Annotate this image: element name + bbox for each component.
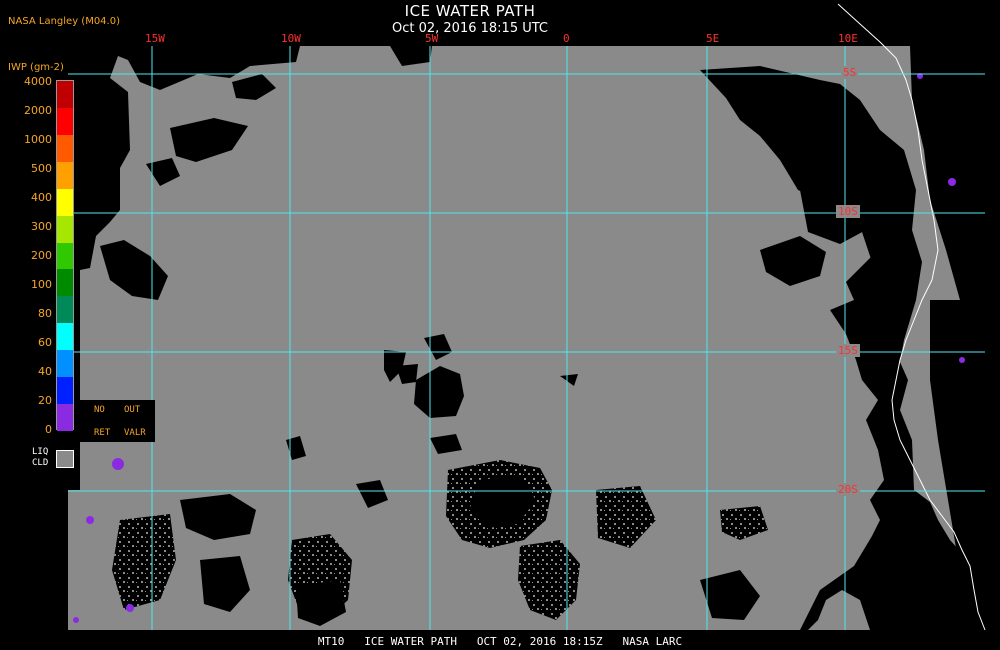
no-ret-label-line2-left: RET xyxy=(94,428,111,438)
legend-level-label: 200 xyxy=(31,249,52,262)
map-title: ICE WATER PATH xyxy=(404,2,536,20)
legend-color-cell xyxy=(57,215,73,243)
legend-level-label: 80 xyxy=(38,307,52,320)
legend-level-label: 20 xyxy=(38,394,52,407)
latitude-label-15s: 15S xyxy=(836,344,860,357)
map-timestamp: Oct 02, 2016 18:15 UTC xyxy=(392,21,548,36)
liquid-cloud-label: LIQ CLD xyxy=(32,447,48,469)
thin-ice-spot xyxy=(112,458,124,470)
liquid-cloud-swatch xyxy=(56,450,74,468)
longitude-label-10w: 10W xyxy=(281,32,301,45)
legend-level-label: 300 xyxy=(31,220,52,233)
legend-level-label: 0 xyxy=(45,423,52,436)
longitude-label-15w: 15W xyxy=(145,32,165,45)
latitude-label-20s: 20S xyxy=(836,483,860,496)
thin-ice-spot xyxy=(959,357,965,363)
color-legend xyxy=(56,80,74,432)
longitude-label-0: 0 xyxy=(563,32,570,45)
footer-caption: MT10 ICE WATER PATH OCT 02, 2016 18:15Z … xyxy=(0,634,1000,650)
thin-ice-spot xyxy=(126,604,134,612)
legend-level-label: 2000 xyxy=(24,104,52,117)
thin-ice-spot xyxy=(73,617,79,623)
legend-level-label: 400 xyxy=(31,191,52,204)
organization-label: NASA Langley (M04.0) xyxy=(8,16,120,27)
legend-level-label: 60 xyxy=(38,336,52,349)
legend-unit-label: IWP (gm-2) xyxy=(8,62,64,73)
legend-color-cell xyxy=(57,134,73,162)
legend-color-cell xyxy=(57,269,73,297)
no-ret-label-line1-left: NO xyxy=(94,405,105,415)
liquid-cloud-label-line1: LIQ xyxy=(32,447,49,457)
legend-color-cell xyxy=(57,242,73,270)
no-ret-label-line2-right: VALR xyxy=(124,428,146,438)
legend-color-cell xyxy=(57,350,73,378)
legend-level-label: 40 xyxy=(38,365,52,378)
legend-color-cell xyxy=(57,107,73,135)
legend-color-cell xyxy=(57,377,73,405)
legend-color-cell xyxy=(57,161,73,189)
legend-level-label: 500 xyxy=(31,162,52,175)
satellite-map xyxy=(68,3,986,631)
thin-ice-spot xyxy=(948,178,956,186)
longitude-label-10e: 10E xyxy=(838,32,858,45)
legend-color-cell xyxy=(57,296,73,324)
legend-level-label: 100 xyxy=(31,278,52,291)
legend-color-cell xyxy=(57,323,73,351)
no-ret-label-line1-right: OUT xyxy=(124,405,141,415)
liquid-cloud-label-line2: CLD xyxy=(32,458,49,468)
latitude-label-5s: 5S xyxy=(841,66,859,79)
latitude-label-10s: 10S xyxy=(836,205,860,218)
thin-ice-spot xyxy=(86,516,94,524)
longitude-label-5e: 5E xyxy=(706,32,720,45)
legend-level-label: 1000 xyxy=(24,133,52,146)
legend-color-cell xyxy=(57,404,73,432)
legend-level-label: 4000 xyxy=(24,75,52,88)
no-retrieval-key: NO OUT RET VALR xyxy=(78,400,155,442)
legend-color-cell xyxy=(57,188,73,216)
longitude-label-5w: 5W xyxy=(425,32,439,45)
legend-color-cell xyxy=(57,81,73,108)
